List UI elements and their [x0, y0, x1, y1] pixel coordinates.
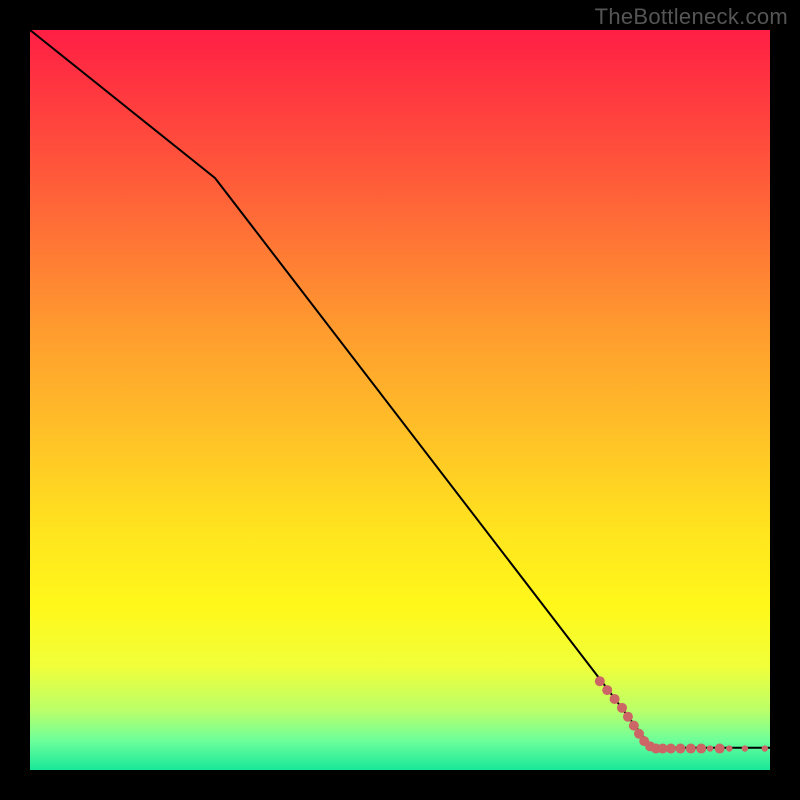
tail-point — [715, 744, 725, 754]
chart-svg — [30, 30, 770, 770]
tail-point — [686, 744, 696, 754]
tail-point — [726, 745, 732, 751]
tail-point — [610, 694, 620, 704]
tail-point — [666, 744, 676, 754]
tail-point — [602, 685, 612, 695]
tail-point — [675, 744, 685, 754]
chart-frame: TheBottleneck.com — [0, 0, 800, 800]
tail-point — [623, 712, 633, 722]
tail-point — [696, 744, 706, 754]
tail-point — [707, 745, 713, 751]
watermark-text: TheBottleneck.com — [595, 4, 788, 30]
tail-point — [742, 745, 748, 751]
gradient-background — [30, 30, 770, 770]
tail-point — [595, 676, 605, 686]
tail-point — [762, 745, 768, 751]
tail-point — [617, 703, 627, 713]
plot-area — [30, 30, 770, 770]
